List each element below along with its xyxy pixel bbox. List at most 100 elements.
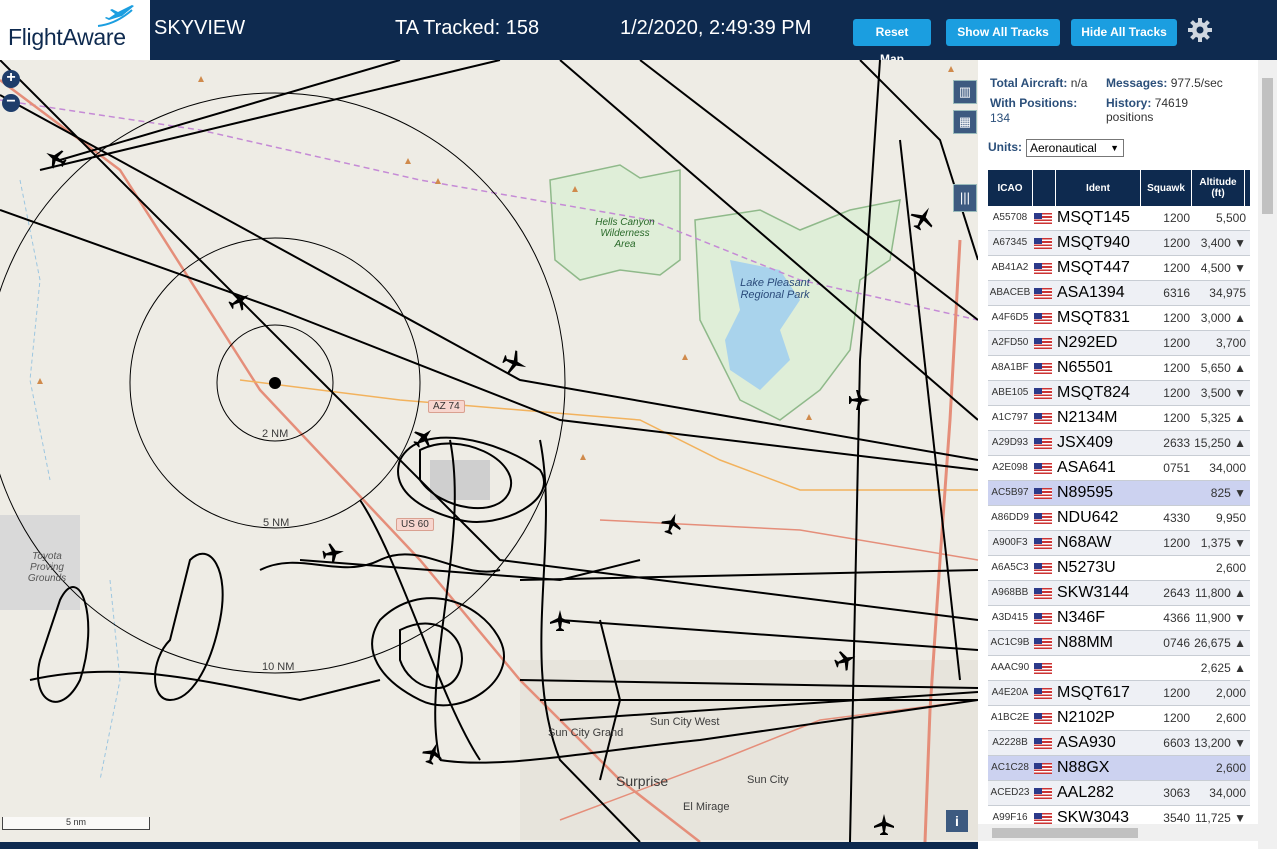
- table-row[interactable]: AC1C28 N88GX 2,600: [988, 756, 1250, 781]
- us-flag-icon: [1034, 363, 1052, 374]
- us-flag-icon: [1034, 213, 1052, 224]
- squawk-cell: 0751: [1163, 461, 1190, 475]
- columns-icon[interactable]: |||: [953, 184, 977, 212]
- icao-cell: A2FD50: [991, 337, 1029, 348]
- vertical-scroll-thumb[interactable]: [1262, 78, 1273, 214]
- col-altitude[interactable]: Altitude (ft): [1192, 170, 1245, 206]
- table-row[interactable]: A4F6D5 MSQT831 1200 3,000 ▲: [988, 306, 1250, 331]
- ident-cell: [1057, 656, 1141, 680]
- horizontal-scrollbar[interactable]: [978, 824, 1258, 841]
- us-flag-icon: [1034, 713, 1052, 724]
- col-flag[interactable]: [1033, 170, 1056, 206]
- us-flag-icon: [1034, 313, 1052, 324]
- units-select[interactable]: Aeronautical ▼: [1026, 139, 1124, 157]
- ident-cell: N2102P: [1057, 709, 1115, 726]
- ident-cell: ASA1394: [1057, 284, 1125, 301]
- altitude-cell: 5,325 ▲: [1200, 411, 1246, 425]
- table-row[interactable]: A2E098 ASA641 0751 34,000: [988, 456, 1250, 481]
- table-row[interactable]: A4E20A MSQT617 1200 2,000: [988, 681, 1250, 706]
- flag-cell: [1034, 456, 1054, 480]
- gear-icon[interactable]: [1186, 16, 1214, 44]
- icao-cell: A6A5C3: [991, 562, 1029, 573]
- ident-cell: N5273U: [1057, 559, 1116, 576]
- icao-cell: A29D93: [991, 437, 1029, 448]
- icao-cell: A2E098: [992, 462, 1028, 473]
- altitude-cell: 2,000: [1215, 686, 1246, 700]
- us-flag-icon: [1034, 763, 1052, 774]
- history-stat: History: 74619 positions: [1106, 96, 1226, 124]
- flag-cell: [1034, 581, 1054, 605]
- table-row[interactable]: AC1C9B N88MM 0746 26,675 ▲: [988, 631, 1250, 656]
- map-canvas[interactable]: [0, 60, 978, 842]
- icao-cell: A8A1BF: [991, 362, 1029, 373]
- icao-cell: ACED23: [990, 787, 1030, 798]
- table-row[interactable]: A968BB SKW3144 2643 11,800 ▲: [988, 581, 1250, 606]
- icao-cell: A67345: [992, 237, 1028, 248]
- grid-icon[interactable]: ▦: [953, 110, 977, 134]
- label-sun-city-west: Sun City West: [650, 716, 720, 728]
- label-hells-canyon: Hells Canyon Wilderness Area: [595, 217, 655, 250]
- table-row[interactable]: A900F3 N68AW 1200 1,375 ▼: [988, 531, 1250, 556]
- bottom-strip: [0, 842, 978, 849]
- map-view[interactable]: 2 NM 5 NM 10 NM AZ 74 US 60 Hells Canyon…: [0, 60, 978, 842]
- table-row[interactable]: A1BC2E N2102P 1200 2,600: [988, 706, 1250, 731]
- ring-label-5nm: 5 NM: [263, 517, 290, 529]
- ident-cell: NDU642: [1057, 509, 1119, 526]
- table-row[interactable]: A29D93 JSX409 2633 15,250 ▲: [988, 431, 1250, 456]
- table-row[interactable]: A3D415 N346F 4366 11,900 ▼: [988, 606, 1250, 631]
- flag-cell: [1034, 331, 1054, 355]
- table-row[interactable]: AB41A2 MSQT447 1200 4,500 ▼: [988, 256, 1250, 281]
- table-row[interactable]: A8A1BF N65501 1200 5,650 ▲: [988, 356, 1250, 381]
- zoom-in-button[interactable]: +: [2, 70, 20, 88]
- table-row[interactable]: A55708 MSQT145 1200 5,500: [988, 206, 1250, 231]
- label-toyota: Toyota Proving Grounds: [27, 551, 67, 584]
- history-label: History:: [1106, 96, 1152, 110]
- reset-map-button[interactable]: Reset Map: [853, 19, 931, 66]
- aircraft-sidebar: Total Aircraft: n/a With Positions: 134 …: [978, 60, 1277, 849]
- col-squawk[interactable]: Squawk: [1141, 170, 1192, 206]
- table-row[interactable]: A2228B ASA930 6603 13,200 ▼: [988, 731, 1250, 756]
- squawk-cell: [1138, 656, 1190, 680]
- table-row[interactable]: ACED23 AAL282 3063 34,000: [988, 781, 1250, 806]
- flightaware-logo[interactable]: FlightAware: [0, 0, 150, 60]
- icao-cell: A1BC2E: [990, 712, 1030, 723]
- vertical-scrollbar[interactable]: [1258, 60, 1277, 849]
- info-icon[interactable]: i: [946, 810, 968, 832]
- flag-cell: [1034, 206, 1054, 230]
- icao-cell: AC1C9B: [990, 637, 1030, 648]
- ident-cell: N88GX: [1057, 759, 1110, 776]
- table-row[interactable]: ABE105 MSQT824 1200 3,500 ▼: [988, 381, 1250, 406]
- col-icao[interactable]: ICAO: [988, 170, 1033, 206]
- us-flag-icon: [1034, 438, 1052, 449]
- icao-cell: AB41A2: [991, 262, 1029, 273]
- table-row[interactable]: ABACEB ASA1394 6316 34,975: [988, 281, 1250, 306]
- hide-all-tracks-button[interactable]: Hide All Tracks: [1071, 19, 1177, 46]
- flag-cell: [1034, 381, 1054, 405]
- us-flag-icon: [1034, 413, 1052, 424]
- table-row[interactable]: AC5B97 N89595 825 ▼: [988, 481, 1250, 506]
- col-ident[interactable]: Ident: [1056, 170, 1141, 206]
- map-layer-icon[interactable]: ▥: [953, 80, 977, 104]
- us-flag-icon: [1034, 288, 1052, 299]
- table-row[interactable]: A6A5C3 N5273U 2,600: [988, 556, 1250, 581]
- us-flag-icon: [1034, 813, 1052, 824]
- table-row[interactable]: AAAC90 2,625 ▲: [988, 656, 1250, 681]
- ident-cell: MSQT145: [1057, 209, 1130, 226]
- show-all-tracks-button[interactable]: Show All Tracks: [946, 19, 1060, 46]
- altitude-cell: 3,700: [1215, 336, 1246, 350]
- table-row[interactable]: A2FD50 N292ED 1200 3,700: [988, 331, 1250, 356]
- zoom-out-button[interactable]: −: [2, 94, 20, 112]
- altitude-cell: 3,400 ▼: [1200, 236, 1246, 250]
- altitude-cell: 5,500: [1215, 211, 1246, 225]
- horizontal-scroll-thumb[interactable]: [992, 828, 1138, 838]
- ident-cell: MSQT824: [1057, 384, 1130, 401]
- table-row[interactable]: A1C797 N2134M 1200 5,325 ▲: [988, 406, 1250, 431]
- icao-cell: A968BB: [991, 587, 1029, 598]
- us-flag-icon: [1034, 663, 1052, 674]
- ident-cell: N346F: [1057, 609, 1106, 626]
- us-flag-icon: [1034, 738, 1052, 749]
- squawk-cell: 2633: [1163, 436, 1190, 450]
- table-row[interactable]: A86DD9 NDU642 4330 9,950: [988, 506, 1250, 531]
- table-row[interactable]: A67345 MSQT940 1200 3,400 ▼: [988, 231, 1250, 256]
- icao-cell: ABACEB: [989, 287, 1031, 298]
